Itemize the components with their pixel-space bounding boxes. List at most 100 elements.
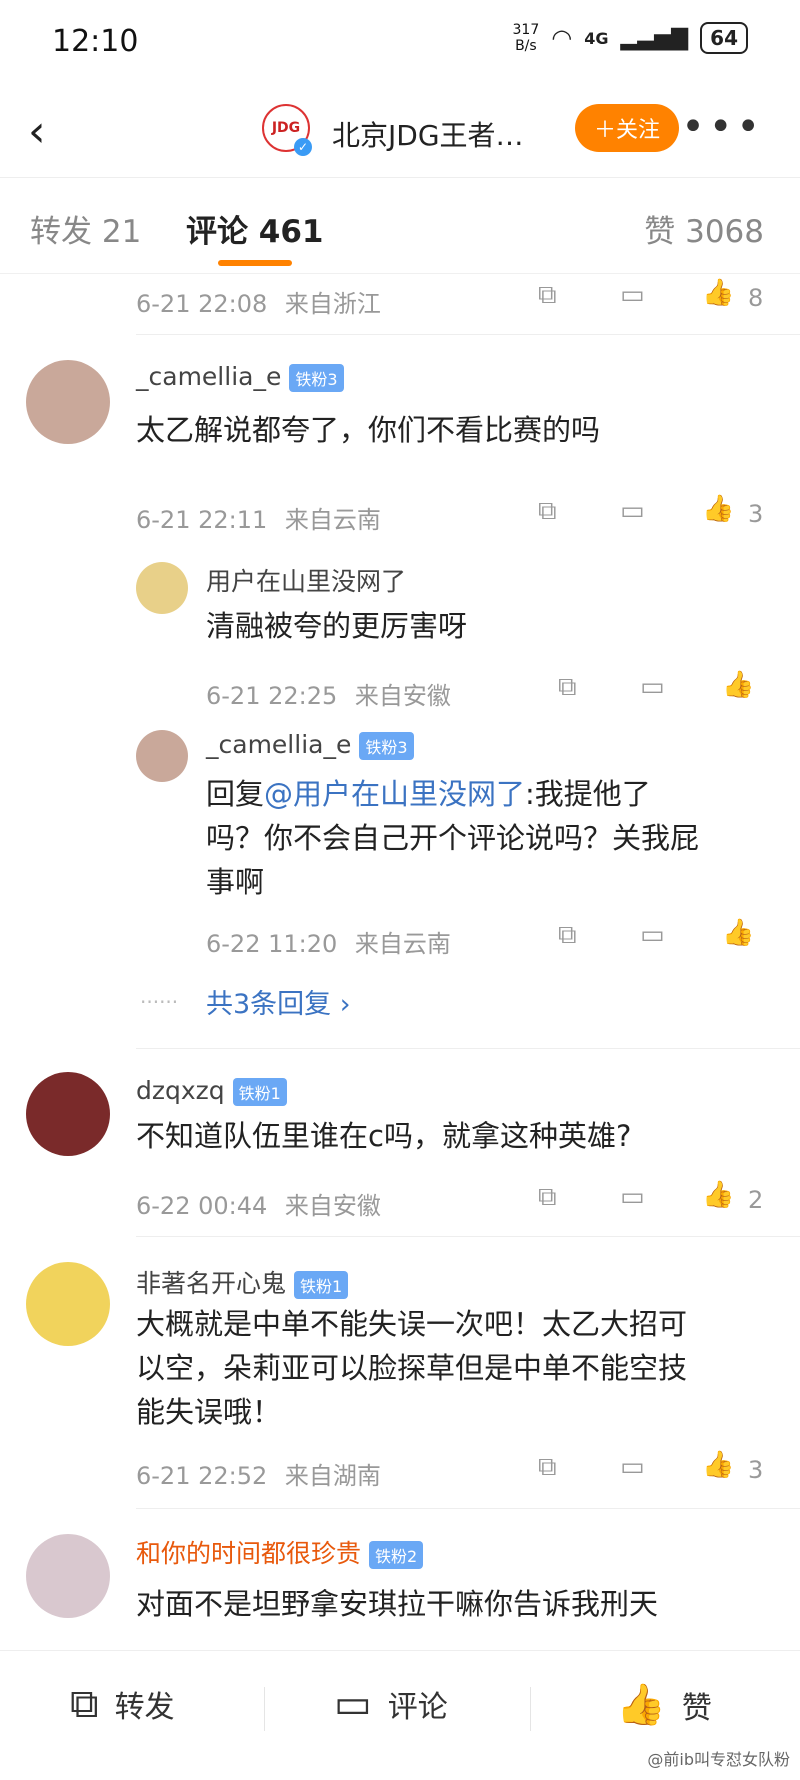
status-time: 12:10 <box>52 24 139 59</box>
comment-icon[interactable]: ▭ <box>640 920 665 950</box>
divider <box>530 1687 531 1731</box>
comment-meta: 6-21 22:52 来自湖南 <box>136 1456 381 1491</box>
fan-badge: 铁粉1 <box>232 1078 287 1106</box>
username[interactable]: _camellia_e <box>206 730 351 759</box>
comment-icon[interactable]: ▭ <box>640 672 665 702</box>
watermark: @前ib叫专怼女队粉 <box>647 1750 790 1769</box>
tab-likes[interactable]: 赞 3068 <box>644 206 764 251</box>
speed-value: 317 <box>512 22 540 38</box>
tab-repost[interactable]: 转发 21 <box>30 206 141 251</box>
reply-meta: 6-22 11:20 来自云南 <box>206 924 451 959</box>
like-button[interactable]: 👍 赞 <box>616 1681 712 1728</box>
comment-location: 来自云南 <box>284 506 381 534</box>
like-icon[interactable]: 👍 <box>722 918 754 948</box>
comment-icon[interactable]: ▭ <box>620 1452 645 1482</box>
reply-text: 回复@用户在山里没网了:我提他了 吗？你不会自己开个评论说吗？关我屁 事啊 <box>206 772 766 904</box>
follow-button[interactable]: ＋关注 <box>575 104 679 152</box>
avatar[interactable] <box>26 1072 110 1156</box>
reply-location: 来自安徽 <box>354 682 451 710</box>
comment-text-line1: 大概就是中单不能失误一次吧！太乙大招可 <box>136 1307 688 1341</box>
comment-user[interactable]: _camellia_e 铁粉3 <box>136 362 344 392</box>
comment-time: 6-21 22:52 <box>136 1462 268 1490</box>
comment-text-line3: 能失误哦！ <box>136 1395 282 1429</box>
share-icon[interactable]: ⧉ <box>558 672 577 703</box>
comment-icon[interactable]: ▭ <box>620 1182 645 1212</box>
reply-time: 6-22 11:20 <box>206 930 338 958</box>
username[interactable]: _camellia_e <box>136 362 281 391</box>
avatar[interactable] <box>26 1534 110 1618</box>
status-bar: 12:10 317 B/s ◠ 4G ▂▃▅▇ 64 <box>0 0 800 82</box>
comment-user[interactable]: 和你的时间都很珍贵 铁粉2 <box>136 1534 424 1570</box>
fan-badge: 铁粉2 <box>369 1541 424 1569</box>
divider <box>136 334 800 335</box>
reply-text: 清融被夸的更厉害呀 <box>206 609 468 643</box>
reply-dots: ······ <box>140 990 179 1014</box>
avatar[interactable] <box>136 730 188 782</box>
reply-user[interactable]: _camellia_e 铁粉3 <box>206 730 414 760</box>
verified-icon: ✓ <box>294 138 312 156</box>
speed-unit: B/s <box>515 38 537 54</box>
comment-user[interactable]: dzqxzq 铁粉1 <box>136 1076 287 1106</box>
wifi-icon: ◠ <box>551 24 573 52</box>
reply-text-line3: 事啊 <box>206 865 265 899</box>
username[interactable]: 非著名开心鬼 <box>136 1269 286 1298</box>
mention-link[interactable]: @用户在山里没网了 <box>264 777 525 811</box>
more-replies-link[interactable]: 共3条回复 › <box>206 982 351 1021</box>
like-count: 2 <box>748 1186 764 1214</box>
comment-text: 太乙解说都夸了，你们不看比赛的吗 <box>136 413 601 447</box>
back-icon[interactable]: ‹ <box>28 106 46 157</box>
like-label: 赞 <box>681 1690 712 1726</box>
username[interactable]: dzqxzq <box>136 1076 225 1105</box>
avatar[interactable] <box>136 562 188 614</box>
avatar[interactable] <box>26 1262 110 1346</box>
fan-badge: 铁粉3 <box>289 364 344 392</box>
username[interactable]: 用户在山里没网了 <box>206 562 406 598</box>
comment-text: 大概就是中单不能失误一次吧！太乙大招可 以空，朵莉亚可以脸探草但是中单不能空技 … <box>136 1302 776 1434</box>
like-icon[interactable]: 👍 <box>702 1450 734 1480</box>
share-icon[interactable]: ⧉ <box>558 920 577 951</box>
divider <box>136 1236 800 1237</box>
like-icon[interactable]: 👍 <box>722 670 754 700</box>
reply-text-line2: 吗？你不会自己开个评论说吗？关我屁 <box>206 821 700 855</box>
like-icon[interactable]: 👍 <box>702 494 734 524</box>
reply-time: 6-21 22:25 <box>206 682 338 710</box>
comment-meta: 6-22 00:44 来自安徽 <box>136 1186 381 1221</box>
reply-text-line1: :我提他了 <box>525 777 651 811</box>
share-icon: ⧉ <box>70 1681 99 1727</box>
comment-time: 6-21 22:11 <box>136 506 268 534</box>
bottom-action-bar: ⧉ 转发 ▭ 评论 👍 赞 @前ib叫专怼女队粉 <box>0 1650 800 1780</box>
avatar[interactable] <box>26 360 110 444</box>
like-icon[interactable]: 👍 <box>702 1180 734 1210</box>
like-count: 3 <box>748 1456 764 1484</box>
top-nav: ‹ JDG ✓ 北京JDG王者… ＋关注 ••• <box>0 82 800 178</box>
network-type: 4G <box>584 28 609 48</box>
like-icon: 👍 <box>616 1682 666 1728</box>
comment-location: 来自浙江 <box>284 290 381 318</box>
account-name[interactable]: 北京JDG王者… <box>332 114 524 154</box>
share-icon[interactable]: ⧉ <box>538 280 557 311</box>
divider <box>136 1048 800 1049</box>
comment-icon[interactable]: ▭ <box>620 496 645 526</box>
username[interactable]: 和你的时间都很珍贵 <box>136 1539 361 1568</box>
comment-label: 评论 <box>387 1690 448 1725</box>
tab-comments[interactable]: 评论 461 <box>186 206 324 251</box>
comment-icon[interactable]: ▭ <box>620 280 645 310</box>
comment-meta: 6-21 22:11 来自云南 <box>136 500 381 535</box>
reply-location: 来自云南 <box>354 930 451 958</box>
fan-badge: 铁粉3 <box>359 732 414 760</box>
battery-icon: 64 <box>700 22 748 54</box>
fan-badge: 铁粉1 <box>294 1271 349 1299</box>
signal-icon: ▂▃▅▇ <box>620 25 689 51</box>
divider <box>264 1687 265 1731</box>
comment-button[interactable]: ▭ 评论 <box>334 1681 448 1727</box>
more-icon[interactable]: ••• <box>681 104 764 150</box>
comment-location: 来自安徽 <box>284 1192 381 1220</box>
comment-user[interactable]: 非著名开心鬼 铁粉1 <box>136 1264 349 1300</box>
repost-label: 转发 <box>114 1690 175 1725</box>
like-icon[interactable]: 👍 <box>702 278 734 308</box>
share-icon[interactable]: ⧉ <box>538 496 557 527</box>
share-icon[interactable]: ⧉ <box>538 1452 557 1483</box>
reply-meta: 6-21 22:25 来自安徽 <box>206 676 451 711</box>
share-icon[interactable]: ⧉ <box>538 1182 557 1213</box>
repost-button[interactable]: ⧉ 转发 <box>70 1681 175 1727</box>
